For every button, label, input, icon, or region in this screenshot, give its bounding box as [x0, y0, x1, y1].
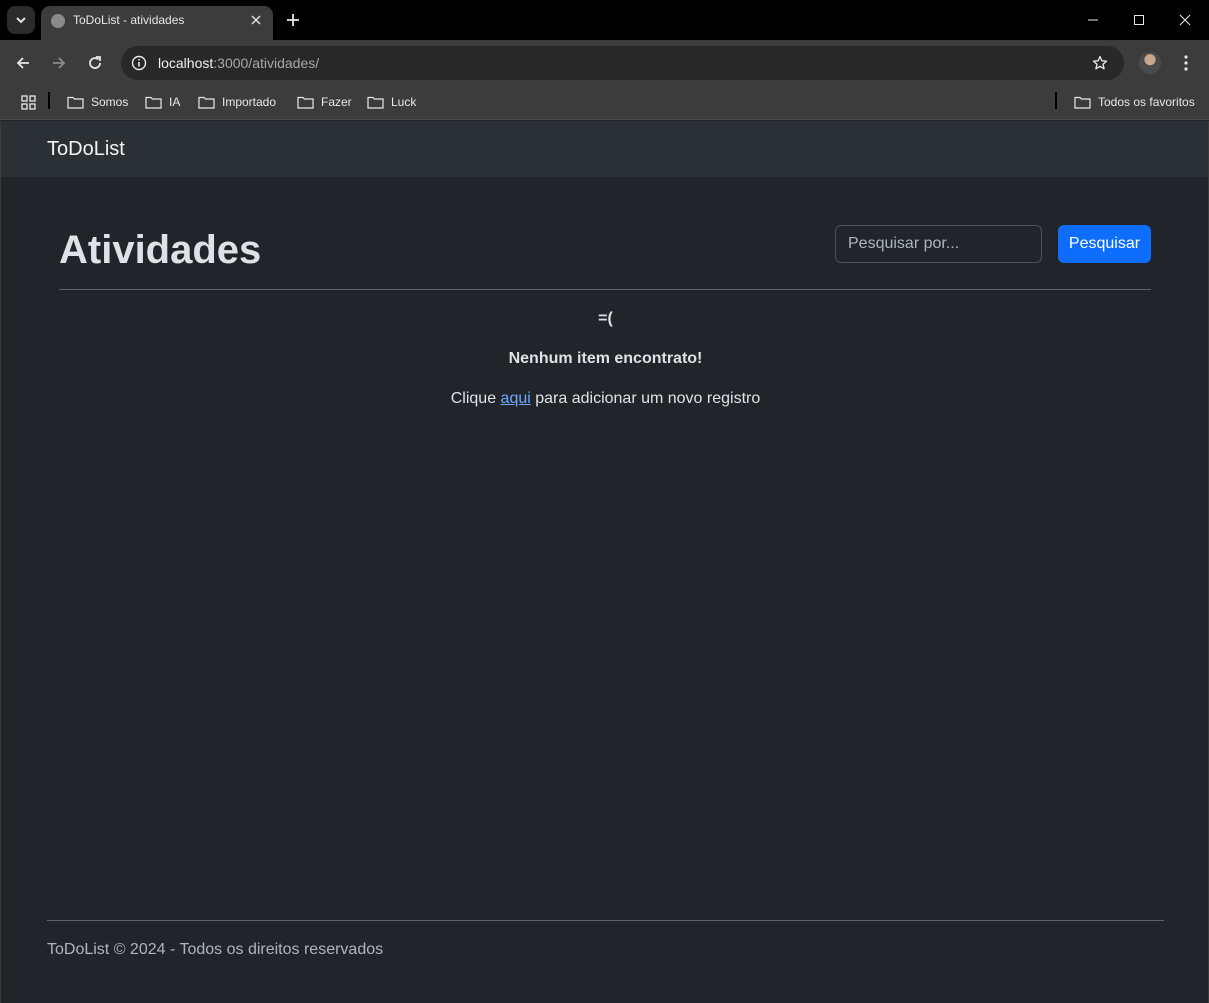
browser-toolbar: localhost:3000/atividades/	[0, 40, 1209, 86]
bookmark-label: Somos	[91, 95, 129, 109]
bookmark-label: Luck	[391, 95, 417, 109]
address-bar[interactable]: localhost:3000/atividades/	[121, 46, 1124, 80]
tab-search-button[interactable]	[7, 6, 35, 34]
globe-icon	[51, 14, 65, 28]
url-path: :3000/atividades/	[213, 55, 320, 71]
back-button[interactable]	[9, 49, 37, 77]
web-page: ToDoList Atividades Pesquisar =( Nenhum …	[0, 121, 1209, 1003]
empty-state: =( Nenhum item encontrato! Clique aqui p…	[1, 309, 1209, 409]
url-host: localhost	[158, 55, 214, 71]
arrow-right-icon	[53, 57, 66, 69]
search-input[interactable]	[835, 225, 1042, 263]
maximize-icon	[1134, 15, 1144, 25]
folder-icon	[367, 96, 384, 109]
bookmark-star-icon[interactable]	[1090, 53, 1110, 73]
minimize-button[interactable]	[1070, 0, 1116, 40]
apps-grid-icon	[20, 94, 36, 110]
browser-tab[interactable]: ToDoList - atividades	[41, 6, 273, 40]
bookmark-folder-ia[interactable]: IA	[145, 91, 180, 113]
header-divider	[59, 289, 1151, 290]
bookmarks-divider	[1055, 92, 1057, 109]
tab-title: ToDoList - atividades	[73, 13, 185, 27]
bookmark-folder-somos[interactable]: Somos	[67, 91, 128, 113]
bookmark-folder-luck[interactable]: Luck	[367, 91, 416, 113]
empty-message: Nenhum item encontrato!	[508, 350, 703, 367]
sad-face-text: =(	[598, 310, 613, 327]
arrow-left-icon	[16, 57, 29, 69]
all-bookmarks-label: Todos os favoritos	[1098, 95, 1195, 109]
browser-titlebar: ToDoList - atividades	[0, 0, 1209, 40]
bookmark-folder-importado[interactable]: Importado	[198, 91, 276, 113]
bookmark-label: Fazer	[321, 95, 352, 109]
more-vertical-icon	[1184, 55, 1188, 71]
chevron-down-icon	[16, 17, 26, 24]
reload-icon	[89, 56, 101, 69]
tab-close-button[interactable]	[247, 11, 265, 29]
minimize-icon	[1088, 19, 1098, 21]
maximize-button[interactable]	[1116, 0, 1162, 40]
add-record-hint: Clique aqui para adicionar um novo regis…	[1, 389, 1209, 409]
bookmarks-divider	[48, 92, 50, 109]
plus-icon	[287, 14, 299, 26]
folder-icon	[67, 96, 84, 109]
profile-avatar[interactable]	[1139, 52, 1161, 74]
new-tab-button[interactable]	[282, 9, 304, 31]
navbar-brand[interactable]: ToDoList	[47, 138, 125, 161]
browser-menu-button[interactable]	[1176, 52, 1196, 74]
bookmark-label: Importado	[222, 95, 277, 109]
search-button[interactable]: Pesquisar	[1058, 225, 1151, 263]
page-title: Atividades	[59, 228, 262, 272]
bookmark-folder-fazer[interactable]: Fazer	[297, 91, 352, 113]
forward-button[interactable]	[45, 49, 73, 77]
close-icon	[251, 15, 261, 25]
footer-text: ToDoList © 2024 - Todos os direitos rese…	[47, 941, 384, 958]
folder-icon	[297, 96, 314, 109]
folder-icon	[145, 96, 162, 109]
add-record-link[interactable]: aqui	[501, 390, 531, 407]
reload-button[interactable]	[81, 49, 109, 77]
add-hint-prefix: Clique	[450, 390, 501, 407]
add-hint-suffix: para adicionar um novo registro	[530, 390, 761, 407]
site-info-icon[interactable]	[129, 53, 149, 73]
site-navbar: ToDoList	[1, 121, 1208, 177]
bookmark-label: IA	[169, 95, 181, 109]
url-text[interactable]: localhost:3000/atividades/	[158, 55, 319, 71]
apps-button[interactable]	[18, 92, 38, 112]
all-bookmarks-folder[interactable]: Todos os favoritos	[1074, 91, 1195, 113]
folder-icon	[198, 96, 215, 109]
footer-divider	[47, 920, 1164, 921]
close-window-button[interactable]	[1162, 0, 1208, 40]
bookmarks-bar: Somos IA Importado Fazer Luck Todos os f…	[0, 86, 1209, 120]
close-icon	[1179, 14, 1191, 26]
folder-icon	[1074, 96, 1091, 109]
